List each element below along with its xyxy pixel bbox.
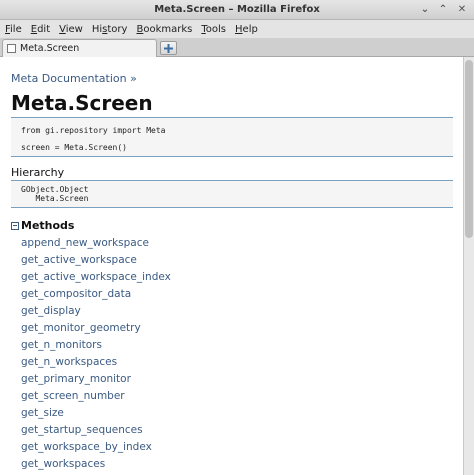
hierarchy-child: Meta.Screen — [21, 194, 89, 203]
window-titlebar: Meta.Screen – Mozilla Firefox ⌄ ⌃ ✕ — [0, 0, 474, 20]
plus-icon — [164, 43, 173, 53]
method-list: append_new_workspace get_active_workspac… — [21, 235, 171, 473]
method-link[interactable]: get_compositor_data — [21, 286, 171, 303]
menu-help-rest: elp — [242, 23, 258, 35]
method-link[interactable]: get_n_workspaces — [21, 354, 171, 371]
menu-view-mnemonic: V — [59, 23, 66, 35]
scrollbar-thumb[interactable] — [465, 60, 473, 238]
vertical-scrollbar[interactable] — [463, 57, 474, 475]
menu-edit-rest: dit — [37, 23, 51, 35]
menu-help-mnemonic: H — [235, 23, 243, 35]
hierarchy-heading: Hierarchy — [11, 166, 65, 179]
maximize-icon[interactable]: ⌃ — [436, 3, 450, 17]
method-link[interactable]: get_display — [21, 303, 171, 320]
menu-help[interactable]: Help — [235, 24, 258, 35]
method-link[interactable]: get_size — [21, 405, 171, 422]
method-link[interactable]: get_startup_sequences — [21, 422, 171, 439]
close-icon[interactable]: ✕ — [455, 3, 469, 17]
code-screen-line: screen = Meta.Screen() — [21, 143, 127, 152]
code-import-line: from gi.repository import Meta — [21, 126, 166, 135]
menu-view-rest: iew — [65, 23, 83, 35]
minimize-icon[interactable]: ⌄ — [418, 3, 432, 17]
method-link[interactable]: append_new_workspace — [21, 235, 171, 252]
tab-bar: Meta.Screen — [0, 38, 474, 57]
menu-file-rest: ile — [10, 23, 22, 35]
method-link[interactable]: get_monitor_geometry — [21, 320, 171, 337]
collapse-minus-icon[interactable] — [11, 221, 19, 230]
method-link[interactable]: get_workspace_by_index — [21, 439, 171, 456]
menu-history-rest: tory — [107, 23, 128, 35]
menu-view[interactable]: View — [59, 24, 83, 35]
method-link[interactable]: get_active_workspace — [21, 252, 171, 269]
page-icon — [7, 44, 16, 53]
method-link[interactable]: get_workspaces — [21, 456, 171, 473]
page-viewport: Meta Documentation » Meta.Screen from gi… — [0, 57, 463, 475]
menu-history[interactable]: History — [92, 24, 128, 35]
menu-tools-rest: ools — [205, 23, 227, 35]
method-link[interactable]: get_n_monitors — [21, 337, 171, 354]
tab-meta-screen[interactable]: Meta.Screen — [2, 39, 157, 57]
menu-bookmarks[interactable]: Bookmarks — [136, 24, 192, 35]
code-example-box: from gi.repository import Meta screen = … — [11, 117, 453, 157]
method-link[interactable]: get_active_workspace_index — [21, 269, 171, 286]
tab-label: Meta.Screen — [20, 43, 80, 54]
method-link[interactable]: get_screen_number — [21, 388, 171, 405]
hierarchy-box: GObject.Object Meta.Screen — [11, 180, 453, 208]
new-tab-button[interactable] — [160, 41, 177, 55]
menu-bookmarks-rest: ookmarks — [143, 23, 193, 35]
menu-tools[interactable]: Tools — [201, 24, 226, 35]
menu-bar: File Edit View History Bookmarks Tools H… — [0, 20, 474, 38]
methods-heading[interactable]: Methods — [11, 219, 74, 232]
method-link[interactable]: get_primary_monitor — [21, 371, 171, 388]
window-title: Meta.Screen – Mozilla Firefox — [154, 4, 320, 15]
methods-heading-label: Methods — [21, 219, 75, 232]
breadcrumb[interactable]: Meta Documentation » — [11, 72, 137, 85]
menu-edit[interactable]: Edit — [31, 24, 50, 35]
menu-file[interactable]: File — [5, 24, 22, 35]
menu-history-pre: Hi — [91, 23, 103, 35]
hierarchy-parent: GObject.Object — [21, 185, 89, 194]
page-title: Meta.Screen — [11, 91, 153, 115]
